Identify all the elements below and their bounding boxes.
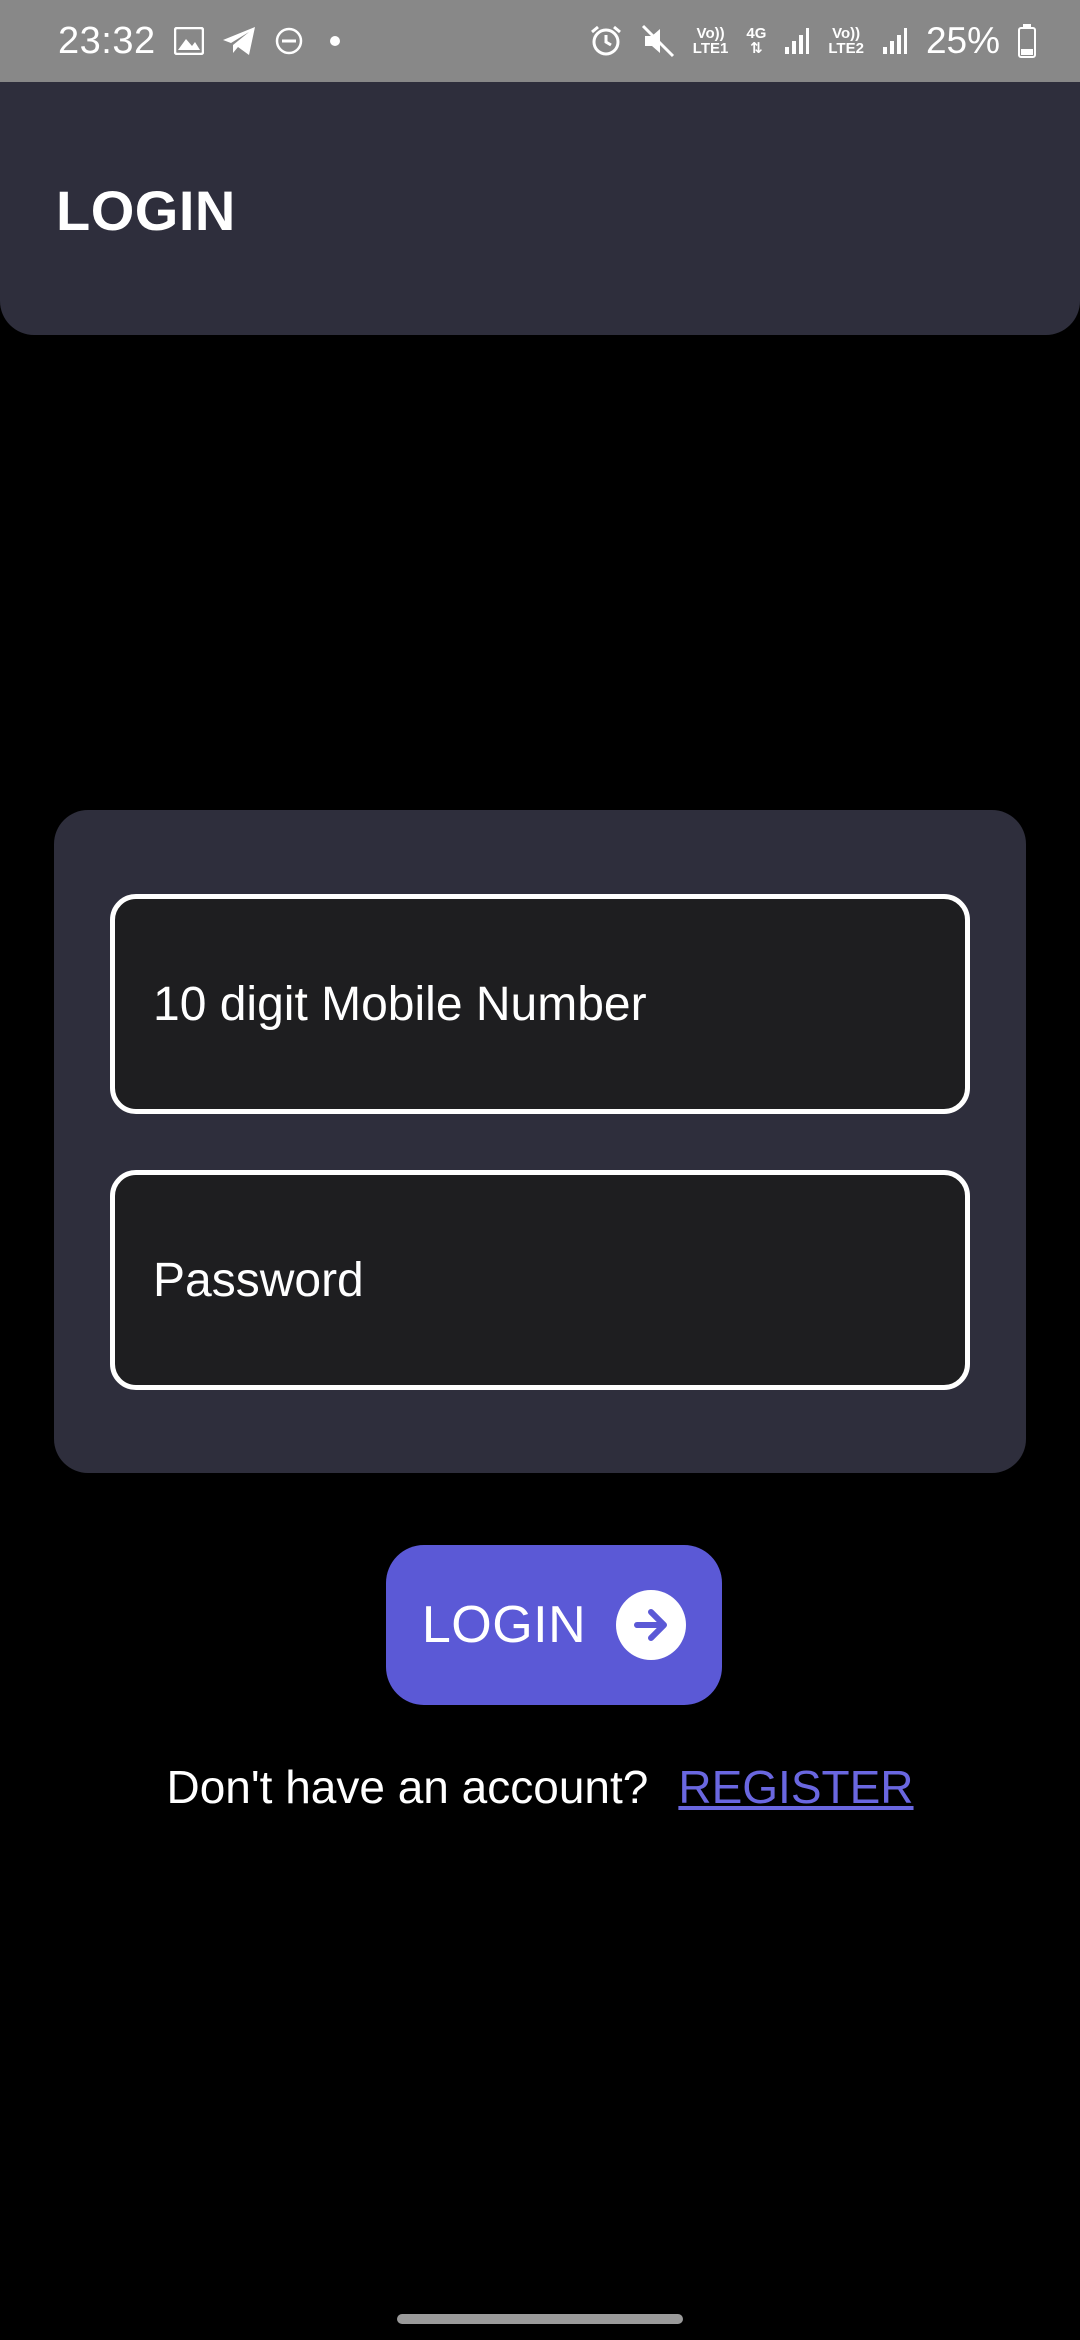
- login-button-label: LOGIN: [421, 1596, 587, 1654]
- status-bar-left: 23:32: [58, 20, 340, 63]
- password-field[interactable]: [110, 1170, 970, 1390]
- status-bar-right: Vo)) LTE1 4G ⇅ Vo)) LTE2 25%: [589, 20, 1036, 62]
- login-screen: 23:32 Vo)) LTE1 4G ⇅ Vo)) LTE2 25% LOGIN…: [0, 0, 1080, 2340]
- battery-percent: 25%: [925, 20, 1000, 61]
- network-type-text: 4G: [746, 25, 767, 42]
- register-row: Don't have an account? REGISTER: [0, 1760, 1080, 1814]
- sim1-label-top: Vo)): [696, 25, 725, 42]
- notification-dot-icon: [329, 36, 340, 46]
- telegram-icon: [222, 26, 256, 56]
- sim2-label-top: Vo)): [832, 25, 861, 42]
- gesture-navigation-bar[interactable]: [397, 2314, 683, 2324]
- mobile-number-input[interactable]: [153, 899, 965, 1109]
- status-time: 23:32: [58, 19, 156, 62]
- signal-icon: [784, 27, 810, 55]
- login-form-card: [54, 810, 1026, 1473]
- status-bar: 23:32 Vo)) LTE1 4G ⇅ Vo)) LTE2 25%: [0, 0, 1080, 82]
- page-title: LOGIN: [56, 179, 236, 242]
- sim1-volte-label: Vo)) LTE1: [693, 26, 729, 56]
- sim1-label-bottom: LTE1: [692, 40, 729, 57]
- arrow-right-circle-icon: [616, 1590, 687, 1660]
- alarm-icon: [589, 24, 623, 58]
- register-prompt: Don't have an account?: [166, 1761, 649, 1813]
- register-link[interactable]: REGISTER: [678, 1760, 913, 1814]
- do-not-disturb-icon: [274, 26, 304, 56]
- image-icon: [173, 27, 204, 55]
- login-button[interactable]: LOGIN: [386, 1545, 722, 1705]
- mute-icon: [641, 24, 675, 58]
- app-bar: LOGIN: [0, 82, 1080, 335]
- sim2-volte-label: Vo)) LTE2: [828, 26, 864, 56]
- password-input[interactable]: [153, 1175, 965, 1385]
- data-arrows-icon: ⇅: [750, 40, 763, 57]
- signal-icon: [882, 27, 908, 55]
- sim2-label-bottom: LTE2: [828, 40, 864, 57]
- network-type-label: 4G ⇅: [746, 26, 766, 56]
- mobile-number-field[interactable]: [110, 894, 970, 1114]
- battery-icon: [1018, 24, 1036, 58]
